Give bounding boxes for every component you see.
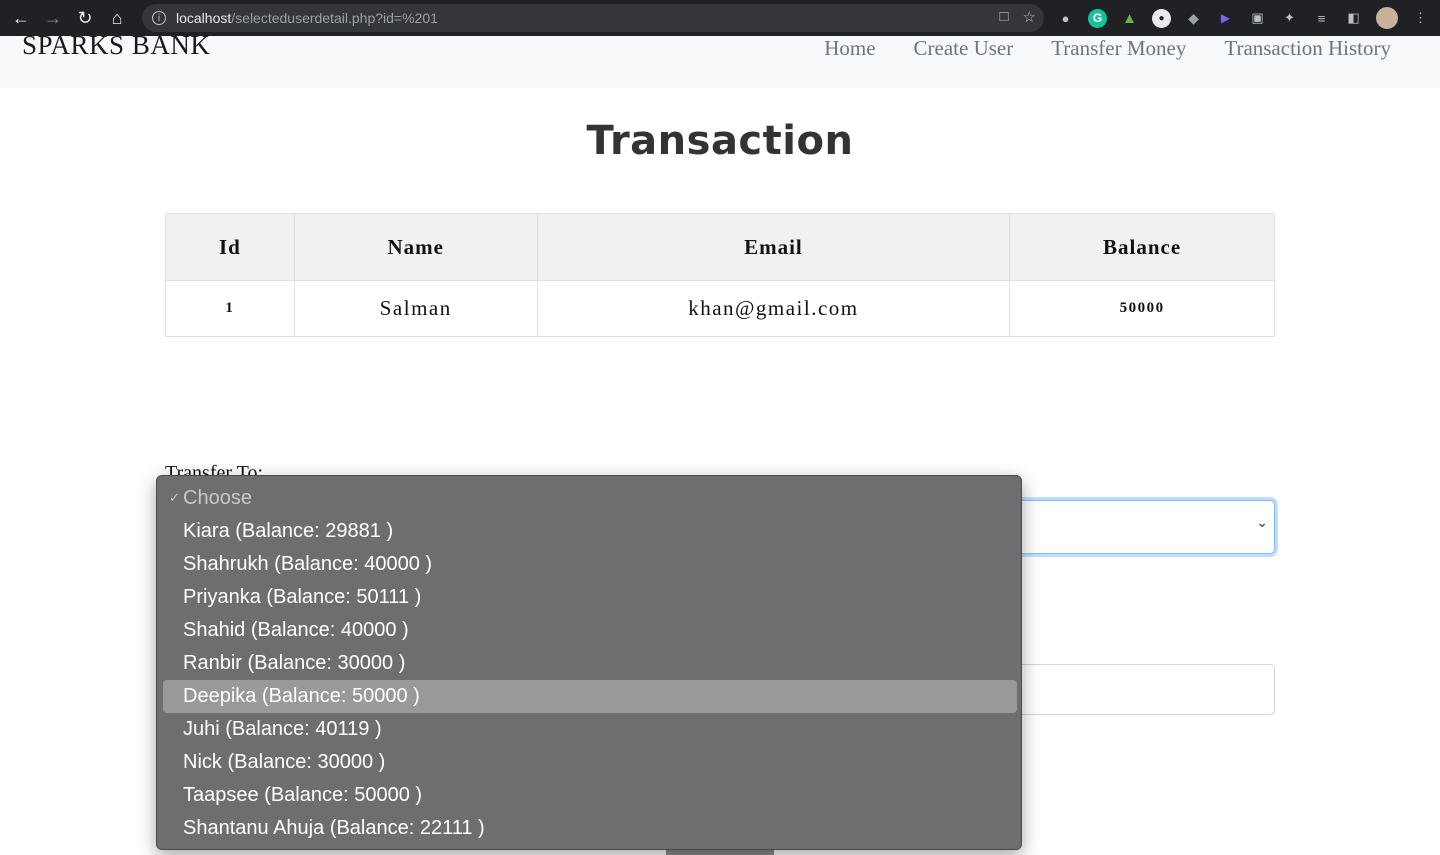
cell-email: khan@gmail.com xyxy=(536,280,1011,337)
site-navbar: SPARKS BANK Home Create User Transfer Mo… xyxy=(0,30,1440,88)
screenshot-extension-icon[interactable]: ▣ xyxy=(1248,9,1267,28)
dropdown-option[interactable]: Shantanu Ahuja (Balance: 22111 ) xyxy=(163,812,1017,845)
profile-avatar[interactable] xyxy=(1376,7,1398,29)
star-icon[interactable]: ☆ xyxy=(1023,8,1036,26)
grammarly-icon[interactable]: G xyxy=(1088,8,1107,28)
dropdown-option[interactable]: Nick (Balance: 30000 ) xyxy=(163,746,1017,779)
cell-id: 1 xyxy=(165,280,295,337)
column-header-id: Id xyxy=(165,213,295,281)
browser-toolbar: ← → ↻ ⌂ i localhost/selecteduserdetail.p… xyxy=(0,0,1440,36)
extension-dim-icon[interactable]: ● xyxy=(1056,9,1075,28)
tree-extension-icon[interactable]: ▲ xyxy=(1120,9,1139,28)
dropdown-option-highlighted[interactable]: Deepika (Balance: 50000 ) xyxy=(163,680,1017,713)
column-header-email: Email xyxy=(536,213,1011,281)
shield-icon[interactable]: ◆ xyxy=(1184,9,1203,28)
circle-extension-icon[interactable]: ● xyxy=(1152,8,1171,28)
extensions-bar: ● G ▲ ● ◆ ▶ ▣ ✦ ≡ ◧ ⋮ xyxy=(1056,0,1430,36)
column-header-name: Name xyxy=(293,213,538,281)
side-panel-icon[interactable]: ◧ xyxy=(1344,9,1363,28)
chevron-down-icon: ⌄ xyxy=(1256,515,1268,531)
nav-link-create-user[interactable]: Create User xyxy=(914,36,1014,60)
dropdown-option[interactable]: Juhi (Balance: 40119 ) xyxy=(163,713,1017,746)
page-title: Transaction xyxy=(586,118,854,164)
dropdown-option[interactable]: Ranbir (Balance: 30000 ) xyxy=(163,647,1017,680)
table-header-row: Id Name Email Balance xyxy=(165,213,1275,281)
nav-link-home[interactable]: Home xyxy=(824,36,875,60)
url-text: localhost/selecteduserdetail.php?id=%201 xyxy=(176,10,438,26)
reading-list-icon[interactable]: ≡ xyxy=(1312,9,1331,28)
cell-name: Salman xyxy=(293,280,538,337)
brand-logo[interactable]: SPARKS BANK xyxy=(22,30,210,61)
transfer-to-dropdown-menu: ✓ Choose Kiara (Balance: 29881 ) Shahruk… xyxy=(156,475,1022,850)
play-extension-icon[interactable]: ▶ xyxy=(1216,9,1235,28)
info-icon[interactable]: i xyxy=(152,11,166,25)
menu-kebab-icon[interactable]: ⋮ xyxy=(1411,9,1430,28)
dropdown-option[interactable]: Shahrukh (Balance: 40000 ) xyxy=(163,548,1017,581)
extensions-icon[interactable]: ✦ xyxy=(1280,9,1299,28)
cell-balance: 50000 xyxy=(1009,280,1275,337)
address-bar[interactable]: i localhost/selecteduserdetail.php?id=%2… xyxy=(142,4,1044,32)
column-header-balance: Balance xyxy=(1009,213,1275,281)
user-detail-table: Id Name Email Balance 1 Salman khan@gmai… xyxy=(165,213,1275,337)
table-row: 1 Salman khan@gmail.com 50000 xyxy=(165,280,1275,337)
dropdown-option-choose[interactable]: ✓ Choose xyxy=(163,482,1017,515)
nav-link-transfer-money[interactable]: Transfer Money xyxy=(1051,36,1186,60)
dropdown-option[interactable]: Priyanka (Balance: 50111 ) xyxy=(163,581,1017,614)
checkmark-icon: ✓ xyxy=(169,491,180,506)
dropdown-option[interactable]: Shahid (Balance: 40000 ) xyxy=(163,614,1017,647)
dropdown-option[interactable]: Taapsee (Balance: 50000 ) xyxy=(163,779,1017,812)
dropdown-option[interactable]: Kiara (Balance: 29881 ) xyxy=(163,515,1017,548)
nav-link-transaction-history[interactable]: Transaction History xyxy=(1224,36,1391,60)
share-icon[interactable]: □ xyxy=(999,8,1008,26)
nav-links: Home Create User Transfer Money Transact… xyxy=(824,36,1391,60)
